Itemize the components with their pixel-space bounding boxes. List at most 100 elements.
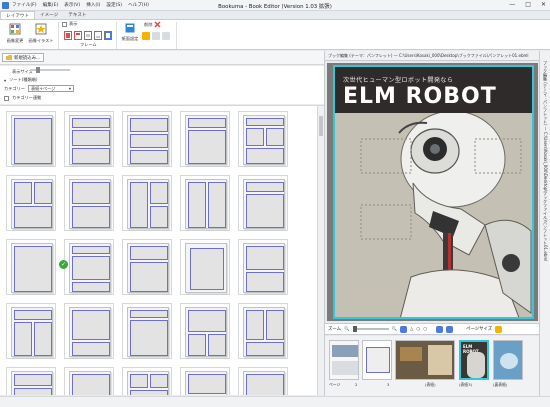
sort-label: ソート(種類順) xyxy=(9,77,38,82)
layout-grid: ✓ xyxy=(6,111,288,395)
film-page-2[interactable] xyxy=(329,340,359,380)
layout-thumbnail[interactable] xyxy=(64,303,114,359)
gallery-scrollbar[interactable] xyxy=(317,106,324,395)
layout-thumbnail[interactable] xyxy=(180,111,230,167)
film-cover[interactable]: ELM ROBOT xyxy=(459,340,489,380)
layout-page-preview xyxy=(127,179,169,229)
layout-thumbnail[interactable]: ✓ xyxy=(59,239,114,295)
selected-check-icon: ✓ xyxy=(59,260,68,269)
show-toggle[interactable]: 表示 xyxy=(62,21,77,27)
star-image-icon xyxy=(35,23,47,35)
cover-subtitle[interactable]: 次世代ヒューマン型ロボット開発なら xyxy=(343,75,453,84)
minimize-button[interactable]: — xyxy=(509,1,515,8)
menu-view[interactable]: 表示(V) xyxy=(64,2,80,8)
layout-thumbnail[interactable] xyxy=(64,367,114,395)
sort-row[interactable]: ▾ ソート(種類順) xyxy=(4,77,38,83)
menu-file[interactable]: ファイル(F) xyxy=(12,2,37,8)
layout-frame xyxy=(72,148,110,164)
layout-thumbnail[interactable] xyxy=(180,175,230,231)
fit-page-icon[interactable] xyxy=(399,325,407,333)
maximize-button[interactable]: □ xyxy=(525,1,531,8)
layout-thumbnail[interactable] xyxy=(64,111,114,167)
cover-title[interactable]: ELM ROBOT xyxy=(343,84,497,109)
frame-style-icon[interactable] xyxy=(74,31,82,40)
align-right-icon[interactable] xyxy=(162,32,170,40)
zoom-in-icon[interactable]: 🔍 xyxy=(392,327,397,332)
layout-frame xyxy=(130,118,168,132)
layout-thumbnail[interactable] xyxy=(180,367,230,395)
layout-thumbnail[interactable] xyxy=(6,367,56,395)
layout-thumbnail[interactable] xyxy=(238,303,288,359)
category-link-row[interactable]: カテゴリー連動 xyxy=(4,95,41,101)
category-select[interactable]: 表紙+ページ ▾ xyxy=(27,85,74,92)
layout-frame xyxy=(266,310,284,340)
layout-frame xyxy=(14,246,52,292)
layout-thumbnail[interactable] xyxy=(180,239,230,295)
layout-thumbnail[interactable] xyxy=(122,175,172,231)
new-read-button[interactable]: 新規読込み... xyxy=(2,53,45,62)
layout-thumbnail[interactable] xyxy=(238,111,288,167)
layout-frame xyxy=(14,182,32,204)
layout-frame xyxy=(246,118,284,126)
frame-style-icon[interactable] xyxy=(84,31,92,40)
cover-page[interactable]: 次世代ヒューマン型ロボット開発なら ELM ROBOT xyxy=(333,65,534,319)
layout-thumbnail[interactable] xyxy=(122,239,172,295)
category-link-checkbox[interactable] xyxy=(4,95,9,101)
book-editor-panel: ブック編集 (テーマ：パンフレット) — C:\Users\Kosaki_000… xyxy=(324,51,540,396)
zoom-out-icon[interactable]: 🔍 xyxy=(344,327,349,332)
tab-image[interactable]: イメージ xyxy=(35,11,63,19)
layout-thumbnail[interactable] xyxy=(122,111,172,167)
page-size-icon[interactable] xyxy=(495,325,503,333)
menu-insert[interactable]: 挿入(I) xyxy=(86,2,100,8)
zoom-bar: ズーム 🔍 🔍 △ ○ ○ ページサイズ xyxy=(325,323,540,335)
prev-page-icon[interactable] xyxy=(436,325,444,333)
layout-thumbnail[interactable] xyxy=(64,175,114,231)
layout-thumbnail[interactable] xyxy=(238,175,288,231)
frame-style-icon[interactable] xyxy=(64,31,72,40)
layout-thumbnail[interactable] xyxy=(6,303,56,359)
layout-thumbnail[interactable] xyxy=(238,367,288,395)
zoom-tool-icon[interactable]: △ xyxy=(410,327,413,332)
layout-page-preview xyxy=(185,307,227,357)
layout-frame xyxy=(130,262,168,292)
layout-frame xyxy=(188,310,226,332)
align-center-icon[interactable] xyxy=(152,32,160,40)
image-illust-button[interactable]: 画像イラスト xyxy=(28,23,54,44)
layout-thumbnail[interactable] xyxy=(122,303,172,359)
align-buttons xyxy=(142,32,170,40)
tab-text[interactable]: テキスト xyxy=(63,11,91,19)
menu-help[interactable]: ヘルプ(H) xyxy=(128,2,149,8)
frame-style-icon[interactable] xyxy=(94,31,102,40)
layout-thumbnail[interactable] xyxy=(6,111,56,167)
show-checkbox[interactable] xyxy=(62,21,67,27)
layout-thumbnail[interactable] xyxy=(6,175,56,231)
menu-edit[interactable]: 編集(E) xyxy=(43,2,59,8)
zoom-minus-icon[interactable]: ○ xyxy=(416,327,420,332)
image-change-button[interactable]: 画像変更 xyxy=(4,23,26,44)
scrollbar-thumb[interactable] xyxy=(319,116,323,136)
tab-layout[interactable]: レイアウト xyxy=(0,11,35,19)
film-back-cover[interactable] xyxy=(493,340,523,380)
size-slider[interactable] xyxy=(30,67,70,73)
film-page-3[interactable] xyxy=(362,340,392,380)
next-page-icon[interactable] xyxy=(446,325,454,333)
menu-settings[interactable]: 設定(S) xyxy=(106,2,122,8)
layout-thumbnail[interactable] xyxy=(122,367,172,395)
align-left-icon[interactable] xyxy=(142,32,150,40)
layout-page-preview xyxy=(11,243,53,293)
layout-thumbnail[interactable] xyxy=(238,239,288,295)
zoom-plus-icon[interactable]: ○ xyxy=(423,327,427,332)
film-label: ページ xyxy=(329,382,341,387)
layout-thumbnail[interactable] xyxy=(180,303,230,359)
frame-style-icon[interactable] xyxy=(104,31,112,40)
close-button[interactable]: ✕ xyxy=(541,1,546,8)
layout-page-preview xyxy=(11,179,53,229)
delete-button[interactable]: 削除 xyxy=(144,21,161,28)
robot-photo[interactable] xyxy=(335,110,532,317)
page-settings-button[interactable]: 紙面設定 xyxy=(119,23,141,42)
film-page-spread[interactable] xyxy=(395,340,455,380)
side-panel-strip[interactable]: ブック編集 (テーマ：パンフレット) — C:\Users\Kosaki_000… xyxy=(539,51,550,396)
zoom-slider[interactable] xyxy=(352,326,389,332)
size-slider-row xyxy=(30,67,70,73)
layout-thumbnail[interactable] xyxy=(6,239,56,295)
